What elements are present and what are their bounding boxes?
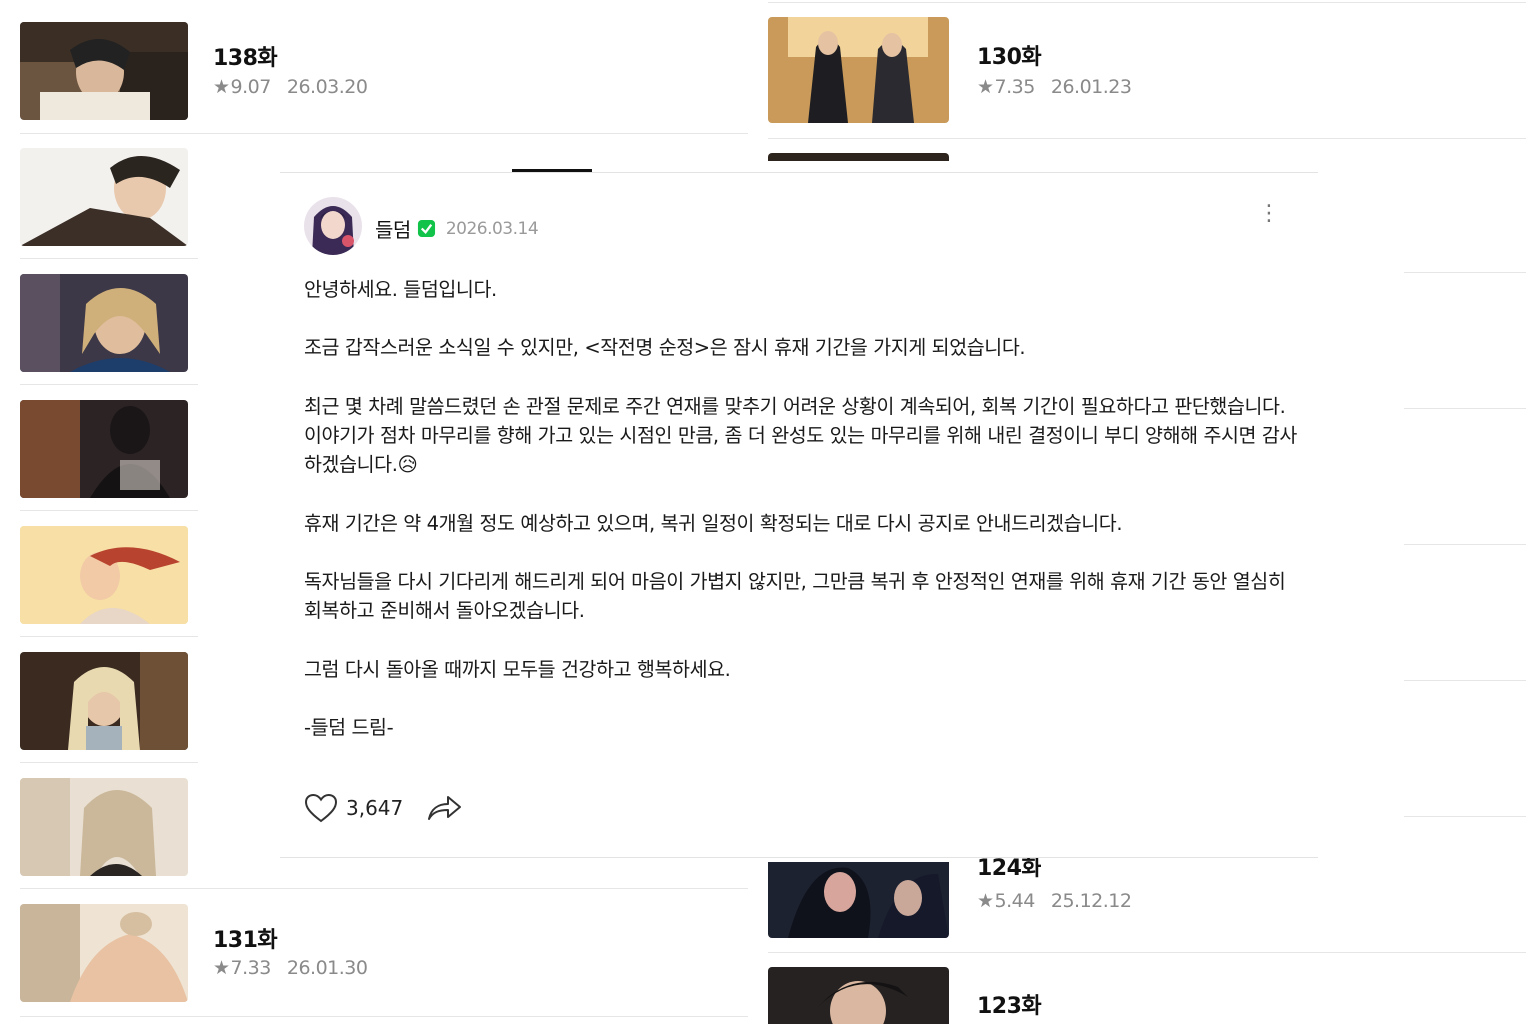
divider xyxy=(768,952,1526,953)
episode-thumbnail[interactable] xyxy=(768,967,949,1024)
divider xyxy=(768,138,1526,139)
share-icon[interactable] xyxy=(425,793,463,823)
divider xyxy=(1404,816,1526,817)
post-paragraph: 휴재 기간은 약 4개월 정도 예상하고 있으며, 복귀 일정이 확정되는 대로… xyxy=(304,511,1123,535)
episode-thumbnail[interactable] xyxy=(20,274,188,372)
divider xyxy=(20,133,748,134)
divider xyxy=(20,636,198,637)
episode-thumbnail[interactable] xyxy=(20,400,188,498)
post-header: 들덤 2026.03.14 xyxy=(375,214,539,243)
post-paragraph: 그럼 다시 돌아올 때까지 모두들 건강하고 행복하세요. xyxy=(304,657,731,681)
episode-thumbnail[interactable] xyxy=(20,526,188,624)
divider xyxy=(20,510,198,511)
episode-rating: 7.35 xyxy=(994,76,1036,98)
post-paragraph xyxy=(304,304,1304,333)
episode-thumbnail[interactable] xyxy=(20,22,188,120)
post-paragraph xyxy=(304,684,1304,713)
post-paragraph: 최근 몇 차례 말씀드렸던 손 관절 문제로 주간 연재를 맞추기 어려운 상황… xyxy=(304,394,1286,418)
avatar[interactable] xyxy=(304,197,362,255)
post-paragraph xyxy=(304,538,1304,567)
like-count: 3,647 xyxy=(346,796,404,820)
episode-thumbnail[interactable] xyxy=(768,862,949,938)
divider xyxy=(768,2,1526,3)
post-paragraph: 안녕하세요. 들덤입니다. xyxy=(304,278,497,301)
star-icon: ★ xyxy=(977,76,994,98)
episode-title[interactable]: 131화 xyxy=(213,922,278,954)
episode-thumbnail[interactable] xyxy=(20,652,188,750)
divider xyxy=(1404,544,1526,545)
more-options-icon[interactable]: ⋮ xyxy=(1258,203,1280,225)
star-icon: ★ xyxy=(213,957,230,979)
episode-rating: 7.33 xyxy=(230,957,272,979)
author-name[interactable]: 들덤 xyxy=(375,214,411,243)
episode-date: 26.01.23 xyxy=(1050,76,1132,98)
post-paragraph: -들덤 드림- xyxy=(304,715,394,739)
divider xyxy=(20,762,198,763)
episode-date: 25.12.12 xyxy=(1050,890,1132,912)
divider xyxy=(1404,272,1526,273)
divider xyxy=(20,258,198,259)
episode-rating: 9.07 xyxy=(230,76,272,98)
episode-thumbnail[interactable] xyxy=(20,904,188,1002)
like-button[interactable]: 3,647 xyxy=(304,793,403,823)
episode-meta: ★ 9.07 26.03.20 xyxy=(213,76,368,98)
divider xyxy=(20,1016,748,1017)
episode-thumbnail[interactable] xyxy=(768,153,949,161)
post-paragraph: 독자님들을 다시 기다리게 해드리게 되어 마음이 가볍지 않지만, 그만큼 복… xyxy=(304,569,1292,623)
post-paragraph: 조금 갑작스러운 소식일 수 있지만, <작전명 순정>은 잠시 휴재 기간을 … xyxy=(304,336,1026,360)
notice-post: 들덤 2026.03.14 ⋮ 안녕하세요. 들덤입니다. 조금 갑작스러운 소… xyxy=(280,172,1318,858)
divider xyxy=(20,384,198,385)
episode-date: 26.01.30 xyxy=(286,957,368,979)
post-paragraph xyxy=(304,479,1304,508)
post-paragraph xyxy=(304,625,1304,654)
episode-meta: ★ 7.35 26.01.23 xyxy=(977,76,1132,98)
post-paragraph xyxy=(304,363,1304,392)
verified-badge-icon xyxy=(417,219,435,238)
divider xyxy=(1404,680,1526,681)
episode-title[interactable]: 130화 xyxy=(977,39,1042,71)
episode-thumbnail[interactable] xyxy=(20,148,188,246)
heart-icon xyxy=(304,793,338,823)
episode-thumbnail[interactable] xyxy=(20,778,188,876)
episode-title[interactable]: 123화 xyxy=(977,988,1042,1020)
episode-title[interactable]: 138화 xyxy=(213,40,278,72)
post-paragraph: 이야기가 점차 마무리를 향해 가고 있는 시점인 만큼, 좀 더 완성도 있는… xyxy=(304,423,1297,477)
star-icon: ★ xyxy=(213,76,230,98)
divider xyxy=(1404,408,1526,409)
episode-date: 26.03.20 xyxy=(286,76,368,98)
post-body: 안녕하세요. 들덤입니다. 조금 갑작스러운 소식일 수 있지만, <작전명 순… xyxy=(304,275,1304,742)
post-actions: 3,647 xyxy=(304,793,463,823)
episode-rating: 5.44 xyxy=(994,890,1036,912)
episode-meta: ★ 7.33 26.01.30 xyxy=(213,957,368,979)
star-icon: ★ xyxy=(977,890,994,912)
post-date: 2026.03.14 xyxy=(445,218,539,239)
episode-thumbnail[interactable] xyxy=(768,17,949,123)
divider xyxy=(20,888,748,889)
episode-meta: ★ 5.44 25.12.12 xyxy=(977,890,1132,912)
